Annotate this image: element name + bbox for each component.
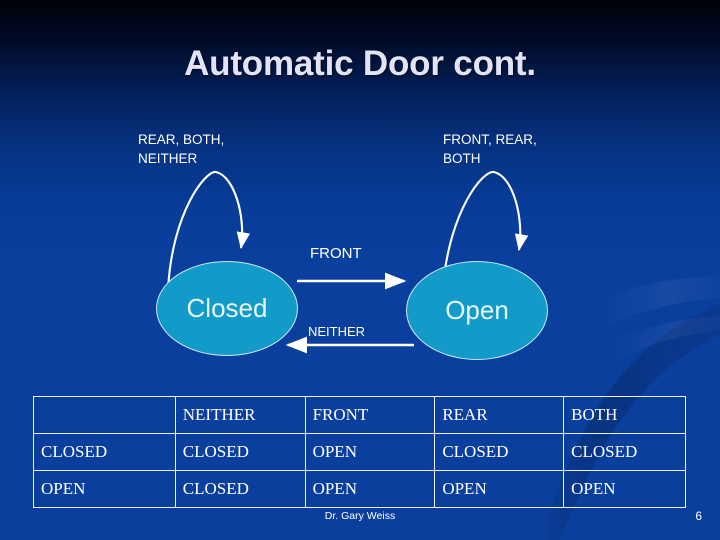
- footer-author: Dr. Gary Weiss: [324, 510, 396, 522]
- edge-label-front: FRONT: [310, 245, 362, 262]
- table-cell-row0-col1: CLOSED: [174, 433, 306, 471]
- state-node-open-label: Open: [445, 295, 509, 325]
- table-header-both: BOTH: [563, 396, 686, 434]
- state-node-open[interactable]: Open: [406, 261, 548, 360]
- footer-page-number: 6: [695, 509, 702, 523]
- table-header-front: FRONT: [304, 396, 436, 434]
- table-header-row: NEITHER FRONT REAR BOTH: [33, 396, 686, 434]
- table-cell-row1-col4: OPEN: [563, 470, 686, 508]
- transition-table: NEITHER FRONT REAR BOTH CLOSED CLOSED OP…: [33, 396, 686, 508]
- table-header-neither: NEITHER: [174, 396, 306, 434]
- table-header-rear: REAR: [434, 396, 565, 434]
- table-cell-row1-col3: OPEN: [434, 470, 565, 508]
- table-row: OPEN CLOSED OPEN OPEN OPEN: [33, 470, 686, 508]
- slide-canvas: Automatic Door cont. REAR, BOTH, NEITHER…: [0, 0, 720, 540]
- table-row: CLOSED CLOSED OPEN CLOSED CLOSED: [33, 433, 686, 471]
- table-cell-row0-col4: CLOSED: [563, 433, 686, 471]
- table-cell-row1-col1: CLOSED: [174, 470, 306, 508]
- state-node-closed[interactable]: Closed: [156, 261, 298, 356]
- table-cell-row1-col2: OPEN: [304, 470, 436, 508]
- table-cell-row1-col0: OPEN: [33, 470, 176, 508]
- table-header-corner: [33, 396, 176, 434]
- edge-label-neither: NEITHER: [308, 324, 366, 339]
- table-cell-row0-col3: CLOSED: [434, 433, 565, 471]
- table-cell-row0-col2: OPEN: [304, 433, 436, 471]
- table-cell-row0-col0: CLOSED: [33, 433, 176, 471]
- state-node-closed-label: Closed: [186, 293, 268, 323]
